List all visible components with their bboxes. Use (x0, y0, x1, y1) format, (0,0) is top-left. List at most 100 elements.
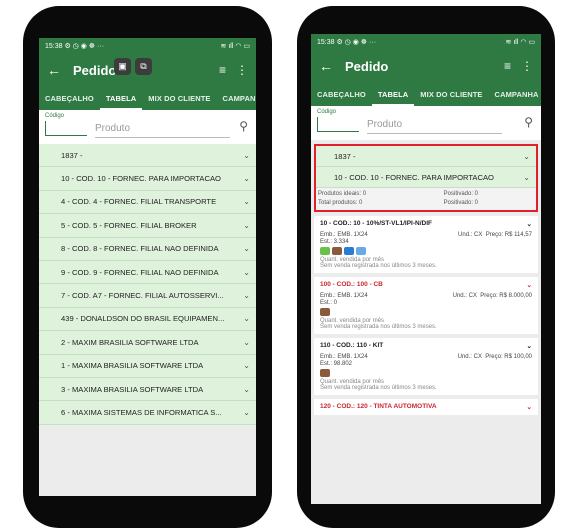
group-label: 1 - MAXIMA BRASILIA SOFTWARE LTDA (61, 361, 204, 371)
product-emb: Emb.: EMB. 1X24 (320, 293, 368, 299)
product-und: Und.: CX (457, 354, 482, 360)
product-title: 120 - COD.: 120 - TINTA AUTOMOTIVA (320, 403, 437, 410)
product-emb: Emb.: EMB. 1X24 (320, 232, 368, 238)
group-label: 4 - COD. 4 - FORNEC. FILIAL TRANSPORTE (61, 197, 217, 207)
boxes-icon (332, 247, 342, 255)
status-icons-right: ≋ ıll ◠ ▭ (220, 43, 250, 50)
group-item[interactable]: 2 - MAXIM BRASILIA SOFTWARE LTDA ⌄ (39, 331, 256, 355)
chevron-down-icon: ⌄ (523, 151, 530, 161)
selected-subgroup[interactable]: 10 - COD. 10 - FORNEC. PARA IMPORTACAO ⌄ (316, 167, 536, 188)
search-icon[interactable]: ⚲ (524, 115, 533, 129)
app-bar: ← Pedido ▣ ⧉ ≡ ⋮ (39, 54, 256, 86)
group-item[interactable]: 4 - COD. 4 - FORNEC. FILIAL TRANSPORTE ⌄ (39, 190, 256, 215)
product-und: Und.: CX (452, 293, 477, 299)
group-item[interactable]: 6 - MAXIMA SISTEMAS DE INFORMATICA S... ⌄ (39, 401, 256, 425)
chevron-down-icon[interactable]: ⌄ (527, 281, 532, 289)
cast-icon[interactable]: ⧉ (135, 58, 152, 75)
code-input[interactable] (317, 117, 359, 132)
search-icon[interactable]: ⚲ (239, 119, 248, 133)
product-badges (320, 247, 532, 255)
back-arrow-icon[interactable]: ← (319, 58, 345, 74)
app-bar: ← Pedido ≡ ⋮ (311, 50, 541, 82)
tab-bar: CABEÇALHO TABELA MIX DO CLIENTE CAMPANHA (39, 86, 256, 110)
group-item[interactable]: 9 - COD. 9 - FORNEC. FILIAL NAO DEFINIDA… (39, 260, 256, 285)
sales-note: Sem venda registrada nos últimos 3 meses… (320, 385, 437, 391)
tab-cabecalho[interactable]: CABEÇALHO (311, 90, 372, 106)
code-label: Código (45, 113, 65, 119)
tab-cabecalho[interactable]: CABEÇALHO (39, 94, 100, 110)
chevron-down-icon: ⌄ (243, 314, 250, 324)
clock: 15:38 (317, 39, 335, 46)
group-item[interactable]: 8 - COD. 8 - FORNEC. FILIAL NAO DEFINIDA… (39, 237, 256, 261)
tab-campanha[interactable]: CAMPANHA (217, 94, 256, 110)
info-icon (344, 247, 354, 255)
group-item[interactable]: 7 - COD. A7 - FORNEC. FILIAL AUTOSSERVI.… (39, 284, 256, 308)
product-und: Und.: CX (458, 232, 483, 238)
product-title: 100 - COD.: 100 - CB (320, 281, 383, 288)
group-item[interactable]: 3 - MAXIMA BRASILIA SOFTWARE LTDA ⌄ (39, 377, 256, 402)
product-emb: Emb.: EMB. 1X24 (320, 354, 368, 360)
chevron-down-icon: ⌄ (243, 150, 250, 160)
right-phone: 15:38 ⚙ ◷ ◉ ☸ ··· ≋ ıll ◠ ▭ ← Pedido ≡ ⋮… (297, 6, 555, 528)
tab-bar: CABEÇALHO TABELA MIX DO CLIENTE CAMPANHA (311, 82, 541, 106)
group-item[interactable]: 5 - COD. 5 - FORNEC. FILIAL BROKER ⌄ (39, 214, 256, 238)
code-input[interactable] (45, 121, 87, 136)
product-card[interactable]: 110 - COD.: 110 - KIT ⌄ Emb.: EMB. 1X24 Un… (314, 338, 538, 395)
group-label: 1837 - (334, 151, 356, 161)
group-item[interactable]: 439 - DONALDSON DO BRASIL EQUIPAMEN... ⌄ (39, 307, 256, 332)
group-label: 9 - COD. 9 - FORNEC. FILIAL NAO DEFINIDA (61, 267, 219, 277)
product-card-collapsed[interactable]: 120 - COD.: 120 - TINTA AUTOMOTIVA ⌄ (314, 399, 538, 415)
tab-mix-do-cliente[interactable]: MIX DO CLIENTE (414, 90, 488, 106)
group-item[interactable]: 1837 - ⌄ (39, 144, 256, 168)
clock: 15:38 (45, 43, 63, 50)
back-arrow-icon[interactable]: ← (47, 62, 73, 78)
chevron-down-icon: ⌄ (243, 220, 250, 230)
search-bar: Código Produto ⚲ (39, 110, 256, 144)
status-bar: 15:38 ⚙ ◷ ◉ ☸ ··· ≋ ıll ◠ ▭ (39, 38, 256, 54)
chevron-down-icon[interactable]: ⌄ (527, 403, 532, 411)
tab-mix-do-cliente[interactable]: MIX DO CLIENTE (142, 94, 216, 110)
filter-icon[interactable]: ≡ (219, 63, 226, 77)
product-stock: Est.: 3.334 (320, 239, 349, 245)
group-label: 2 - MAXIM BRASILIA SOFTWARE LTDA (61, 337, 199, 347)
tab-tabela[interactable]: TABELA (99, 94, 143, 110)
chevron-down-icon[interactable]: ⌄ (527, 342, 532, 350)
group-item[interactable]: 10 - COD. 10 - FORNEC. PARA IMPORTACAO ⌄ (39, 167, 256, 191)
sales-note: Sem venda registrada nos últimos 3 meses… (320, 324, 437, 330)
product-price: Preço: R$ 100,00 (485, 354, 532, 360)
chevron-down-icon[interactable]: ⌄ (527, 220, 532, 228)
group-label: 439 - DONALDSON DO BRASIL EQUIPAMEN... (61, 314, 225, 324)
left-screen: 15:38 ⚙ ◷ ◉ ☸ ··· ≋ ıll ◠ ▭ ← Pedido ▣ ⧉… (39, 38, 256, 496)
filter-icon[interactable]: ≡ (504, 59, 511, 73)
status-icons-left: ⚙ ◷ ◉ ☸ ··· (336, 39, 377, 46)
more-icon[interactable]: ⋮ (236, 63, 248, 77)
product-input[interactable]: Produto (95, 123, 230, 138)
chevron-down-icon: ⌄ (243, 244, 250, 254)
product-card[interactable]: 10 - COD.: 10 - 10%/ST-VL1/IPI-N/DIF ⌄ Em… (314, 216, 538, 273)
chevron-down-icon: ⌄ (523, 172, 530, 182)
product-stock: Est.: 98.802 (320, 361, 353, 367)
product-card[interactable]: 100 - COD.: 100 - CB ⌄ Emb.: EMB. 1X24 Und… (314, 277, 538, 334)
group-label: 3 - MAXIMA BRASILIA SOFTWARE LTDA (61, 384, 204, 394)
user-icon (356, 247, 366, 255)
product-price: Preço: R$ 8.000,00 (480, 293, 532, 299)
product-input[interactable]: Produto (367, 119, 502, 134)
group-item[interactable]: 1 - MAXIMA BRASILIA SOFTWARE LTDA ⌄ (39, 354, 256, 378)
more-icon[interactable]: ⋮ (521, 59, 533, 73)
group-summary: Produtos ideais: 0 Total produtos: 0 Posi… (316, 188, 536, 210)
screenshot-icon[interactable]: ▣ (114, 58, 131, 75)
chevron-down-icon: ⌄ (243, 174, 250, 184)
tab-campanha[interactable]: CAMPANHA (489, 90, 541, 106)
product-price: Preço: R$ 114,57 (485, 232, 532, 238)
ideal-products: Produtos ideais: 0 (318, 191, 367, 197)
product-stock: Est.: 0 (320, 300, 338, 306)
chevron-down-icon: ⌄ (243, 384, 250, 394)
group-label: 10 - COD. 10 - FORNEC. PARA IMPORTACAO (61, 174, 221, 184)
product-title: 110 - COD.: 110 - KIT (320, 342, 384, 349)
boxes-icon (320, 369, 330, 377)
tab-tabela[interactable]: TABELA (371, 90, 415, 106)
selected-group[interactable]: 1837 - ⌄ (316, 146, 536, 167)
group-label: 6 - MAXIMA SISTEMAS DE INFORMATICA S... (61, 407, 222, 417)
group-list: 1837 - ⌄ 10 - COD. 10 - FORNEC. PARA IMPO… (39, 144, 256, 425)
status-bar: 15:38 ⚙ ◷ ◉ ☸ ··· ≋ ıll ◠ ▭ (311, 34, 541, 50)
